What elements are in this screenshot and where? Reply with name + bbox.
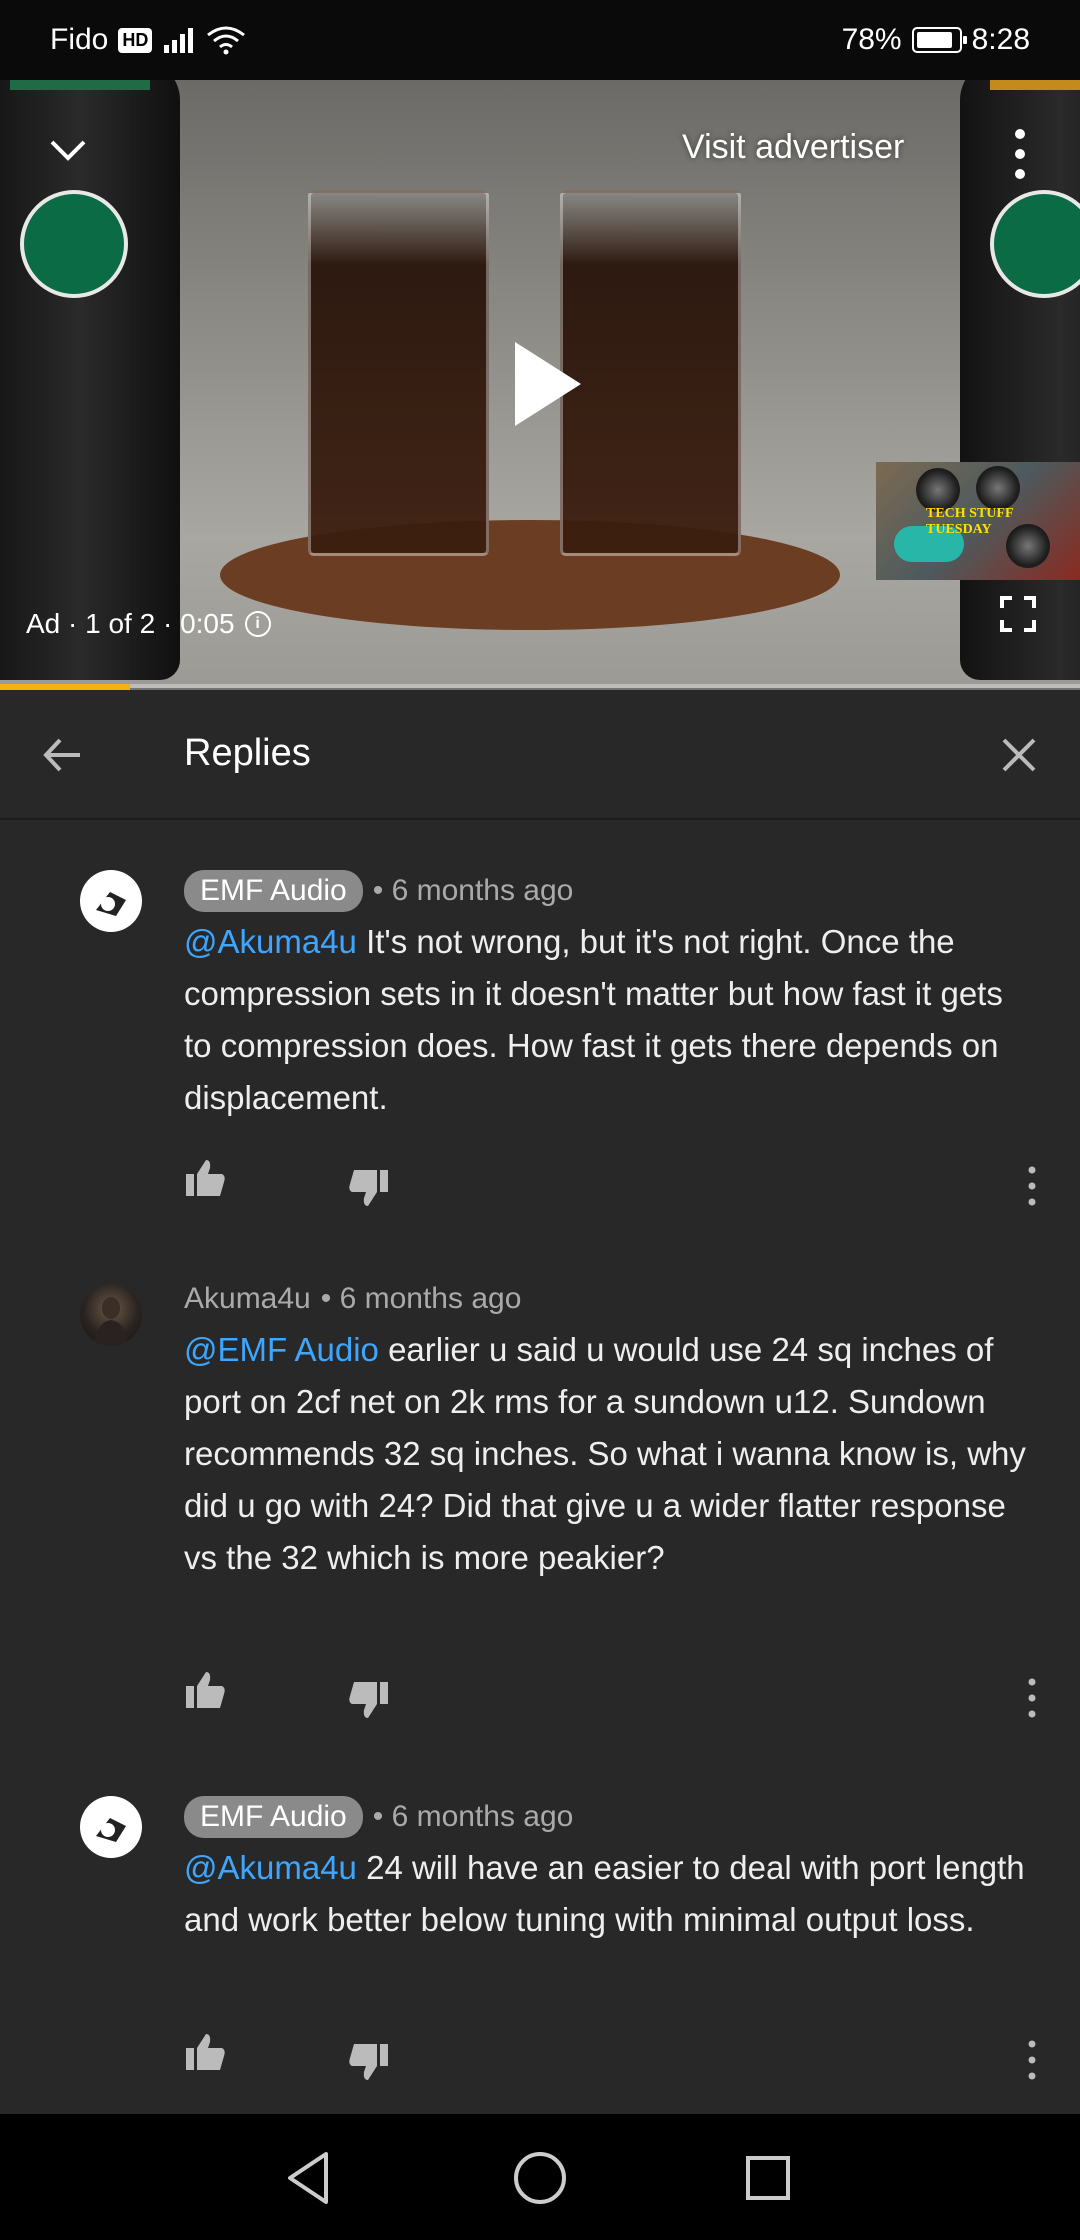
next-video-thumbnail[interactable]: TECH STUFF TUESDAY xyxy=(876,462,1080,580)
reply-meta: Akuma4u • 6 months ago xyxy=(184,1282,521,1316)
reply-meta: EMF Audio • 6 months ago xyxy=(184,870,573,912)
author-chip[interactable]: EMF Audio xyxy=(184,1796,363,1838)
reply-text: @Akuma4u 24 will have an easier to deal … xyxy=(184,1842,1034,1946)
reply-text: @EMF Audio earlier u said u would use 24… xyxy=(184,1324,1034,1584)
hd-badge: HD xyxy=(118,27,153,53)
fullscreen-icon[interactable] xyxy=(1000,596,1036,632)
product-image-left xyxy=(0,80,180,680)
mention-link[interactable]: @EMF Audio xyxy=(184,1331,379,1368)
system-nav-bar xyxy=(0,2114,1080,2240)
reply-meta: EMF Audio • 6 months ago xyxy=(184,1796,573,1838)
thumbs-up-icon[interactable] xyxy=(184,2030,228,2074)
thumbs-down-icon[interactable] xyxy=(346,1166,390,1210)
thumbs-down-icon[interactable] xyxy=(346,2040,390,2084)
thumbs-down-icon[interactable] xyxy=(346,1678,390,1722)
thumbs-up-icon[interactable] xyxy=(184,1668,228,1712)
reply-text: @Akuma4u It's not wrong, but it's not ri… xyxy=(184,916,1034,1124)
more-vertical-icon[interactable] xyxy=(1010,124,1030,184)
reply-time: • 6 months ago xyxy=(320,1282,522,1315)
reply-time: • 6 months ago xyxy=(372,1800,574,1833)
replies-header: Replies xyxy=(0,690,1080,820)
glass-image xyxy=(308,190,489,556)
video-player[interactable]: Visit advertiser TECH STUFF TUESDAY Ad ·… xyxy=(0,80,1080,688)
author-chip[interactable]: EMF Audio xyxy=(184,870,363,912)
play-button[interactable] xyxy=(515,342,581,426)
more-vertical-icon[interactable] xyxy=(1022,2038,1042,2082)
thumbs-up-icon[interactable] xyxy=(184,1156,228,1200)
carrier-label: Fido xyxy=(50,23,109,56)
more-vertical-icon[interactable] xyxy=(1022,1164,1042,1208)
chevron-down-icon[interactable] xyxy=(48,130,88,170)
info-icon[interactable]: i xyxy=(244,611,271,637)
square-recents-icon[interactable] xyxy=(736,2146,800,2210)
status-right: 78% 8:28 xyxy=(842,23,1030,57)
more-vertical-icon[interactable] xyxy=(1022,1676,1042,1720)
battery-icon xyxy=(911,27,967,53)
avatar[interactable] xyxy=(80,1796,142,1858)
triangle-back-icon[interactable] xyxy=(278,2146,342,2210)
avatar[interactable] xyxy=(80,870,142,932)
mention-link[interactable]: @Akuma4u xyxy=(184,923,357,960)
visit-advertiser-button[interactable]: Visit advertiser xyxy=(682,128,904,167)
glass-image xyxy=(560,190,741,556)
ad-info-label: Ad · 1 of 2 · 0:05 xyxy=(26,608,235,639)
mention-link[interactable]: @Akuma4u xyxy=(184,1849,357,1886)
avatar[interactable] xyxy=(80,1284,142,1346)
replies-title: Replies xyxy=(184,732,311,774)
clock: 8:28 xyxy=(971,23,1030,56)
thumbnail-title: TECH STUFF TUESDAY xyxy=(926,506,1013,537)
circle-home-icon[interactable] xyxy=(508,2146,572,2210)
status-left: Fido HD xyxy=(50,23,246,57)
battery-percent: 78% xyxy=(841,23,902,56)
reply-time: • 6 months ago xyxy=(372,874,574,907)
close-icon[interactable] xyxy=(994,730,1044,780)
author-name[interactable]: Akuma4u xyxy=(184,1282,311,1316)
ad-info: Ad · 1 of 2 · 0:05 i xyxy=(26,608,271,640)
arrow-left-icon[interactable] xyxy=(38,730,88,780)
signal-icon xyxy=(164,28,194,53)
status-bar: Fido HD 78% 8:28 xyxy=(0,0,1080,80)
wifi-icon xyxy=(207,26,246,55)
